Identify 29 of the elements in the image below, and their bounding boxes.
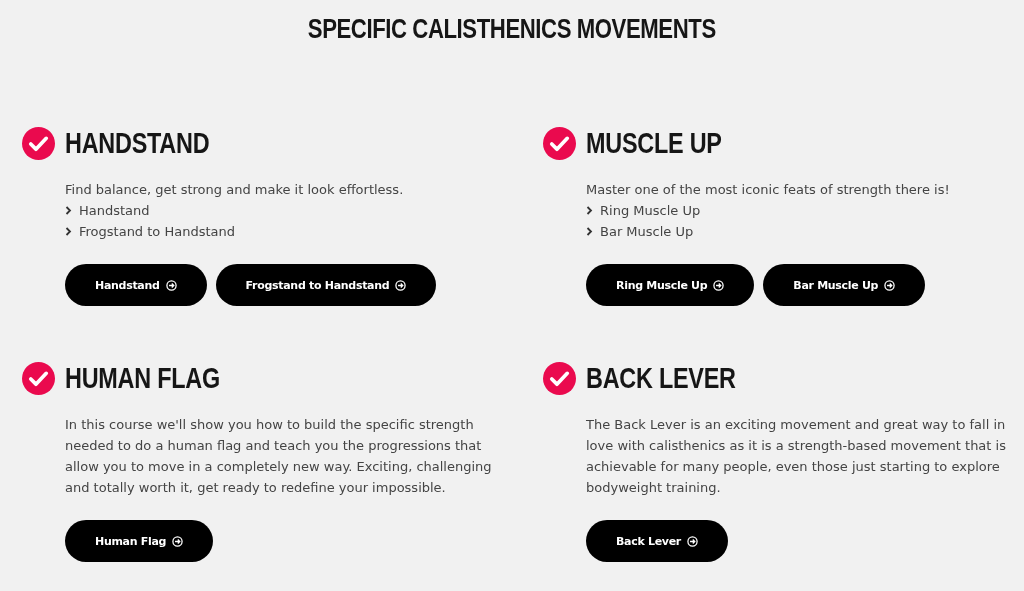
chevron-icon [65,206,72,215]
arrow-circle-icon [172,535,184,547]
arrow-circle-icon [165,279,177,291]
page-heading: SPECIFIC CALISTHENICS MOVEMENTS [308,14,716,45]
list-item: Bar Muscle Up [600,224,694,239]
course-button[interactable]: Frogstand to Handstand [215,264,437,306]
arrow-circle-icon [687,535,698,547]
section-title: HANDSTAND [65,126,210,160]
chevron-icon [586,227,593,236]
list-item: Frogstand to Handstand [79,224,235,239]
arrow-circle-icon [884,279,896,291]
description: Find balance, get strong and make it look effortless. [65,181,405,199]
course-button[interactable]: Handstand [65,264,207,306]
arrow-circle-icon [395,279,407,291]
list-item: Handstand [79,203,150,218]
chevron-icon [65,227,72,236]
section-title: MUSCLE UP [586,126,722,160]
list-item: Ring Muscle Up [600,203,701,218]
chevron-icon [586,206,593,215]
section-title: HUMAN FLAG [65,361,220,395]
description: Master one of the most iconic feats of strength there is! [586,181,951,199]
course-button[interactable]: Back Lever [586,520,728,562]
course-button[interactable]: Ring Muscle Up [586,264,755,306]
description: In this course we'll show you how to build the specific strength needed to do a human flag and teach you the progressions that allow you to move in a completely new way. Exciting, challenging and totally worth it, get ready to redefine your impossible. [65,416,493,497]
section-title: BACK LEVER [586,361,736,395]
arrow-circle-icon [713,279,725,291]
course-button[interactable]: Human Flag [65,520,214,562]
description: The Back Lever is an exciting movement and great way to fall in love with calisthenics as it is a strength-based movement that is achievable for many people, even those just starting to explore bodyweight training. [586,416,1007,497]
course-button[interactable]: Bar Muscle Up [763,264,926,306]
